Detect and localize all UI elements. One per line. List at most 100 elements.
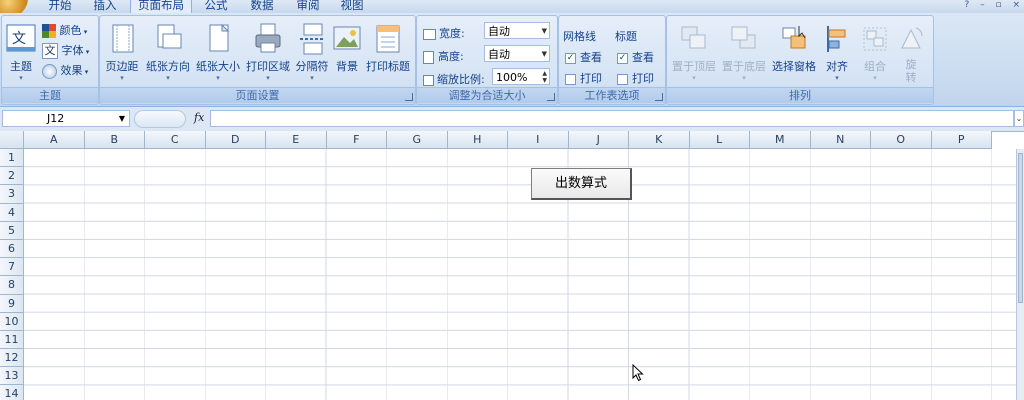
tab-view[interactable]: 视图	[330, 0, 374, 13]
margins-button[interactable]: 页边距 ▾	[102, 20, 142, 88]
group-button[interactable]: 组合 ▾	[857, 20, 893, 88]
background-button[interactable]: 背景	[330, 20, 364, 88]
width-select[interactable]: 自动 ▼	[484, 22, 550, 39]
chevron-down-icon[interactable]: ▼	[119, 111, 125, 127]
themes-button[interactable]: 文 主题 ▾	[2, 20, 40, 88]
align-button[interactable]: 对齐 ▾	[819, 20, 855, 88]
column-header[interactable]: C	[145, 131, 206, 149]
paper-size-icon	[209, 23, 230, 52]
bring-to-front-icon	[681, 26, 706, 49]
scrollbar-thumb[interactable]	[1018, 153, 1023, 303]
row-headers: 1 2 3 4 5 6 7 8 9 10 11 12 13 14	[0, 149, 24, 400]
row-header[interactable]: 11	[0, 330, 24, 350]
headings-print-checkbox[interactable]: 打印	[617, 70, 654, 86]
row-header[interactable]: 6	[0, 239, 24, 259]
column-header[interactable]: L	[689, 131, 750, 149]
row-header[interactable]: 2	[0, 167, 24, 186]
tab-insert[interactable]: 插入	[84, 0, 126, 13]
breaks-button[interactable]: 分隔符 ▾	[293, 20, 331, 88]
column-header[interactable]: D	[205, 131, 266, 149]
group-label-arrange: 排列	[667, 87, 933, 103]
row-header[interactable]: 14	[0, 385, 24, 400]
row-header[interactable]: 4	[0, 203, 24, 222]
font-icon: 文	[42, 43, 58, 59]
chevron-down-icon: ▾	[166, 74, 170, 82]
column-header[interactable]: H	[447, 131, 508, 149]
sheet-options-dialog-launcher[interactable]	[655, 93, 663, 101]
tab-review[interactable]: 审阅	[286, 0, 330, 13]
selection-pane-button[interactable]: 选择窗格	[769, 20, 819, 88]
height-label: 高度:	[423, 48, 464, 64]
restore-icon[interactable]: ▫	[995, 0, 1001, 10]
column-header[interactable]: B	[84, 131, 145, 149]
checkbox-unchecked-icon	[565, 73, 576, 85]
close-icon[interactable]: ×	[1012, 0, 1020, 10]
height-select[interactable]: 自动 ▼	[484, 45, 550, 62]
column-header[interactable]: N	[810, 131, 871, 149]
group-sheet-options: 网格线 标题 ✓ 查看 ✓ 查看 打印 打印 工作表选项	[558, 15, 666, 105]
column-header[interactable]: G	[387, 131, 448, 149]
size-button[interactable]: 纸张大小 ▾	[194, 20, 242, 88]
printer-icon	[255, 23, 281, 53]
column-header[interactable]: A	[24, 131, 85, 149]
chevron-down-icon: ▾	[120, 74, 124, 82]
row-header[interactable]: 9	[0, 294, 24, 313]
theme-colors-button[interactable]: 颜色 ▾	[42, 22, 87, 38]
chevron-down-icon: ▾	[216, 74, 220, 82]
effects-icon	[42, 63, 57, 79]
orientation-button[interactable]: 纸张方向 ▾	[144, 20, 192, 88]
sheet-form-button[interactable]: 出数算式	[531, 168, 632, 200]
row-header[interactable]: 8	[0, 276, 24, 295]
row-header[interactable]: 1	[0, 149, 24, 168]
scale-dialog-launcher[interactable]	[547, 93, 555, 101]
tab-data[interactable]: 数据	[240, 0, 284, 13]
row-header[interactable]: 3	[0, 185, 24, 204]
row-header[interactable]: 13	[0, 367, 24, 386]
minimize-icon[interactable]: –	[980, 0, 985, 10]
gridlines-print-checkbox[interactable]: 打印	[565, 70, 602, 86]
tab-home[interactable]: 开始	[38, 0, 82, 13]
column-header[interactable]: E	[266, 131, 327, 149]
row-header[interactable]: 5	[0, 221, 24, 240]
tab-formulas[interactable]: 公式	[194, 0, 238, 13]
column-header[interactable]: K	[629, 131, 690, 149]
gridlines-view-checkbox[interactable]: ✓ 查看	[565, 49, 602, 65]
tab-page-layout[interactable]: 页面布局	[130, 0, 192, 13]
theme-fonts-button[interactable]: 文 字体 ▾	[42, 42, 89, 59]
column-header[interactable]: J	[568, 131, 629, 149]
column-header[interactable]: I	[508, 131, 569, 149]
print-area-button[interactable]: 打印区域 ▾	[244, 20, 292, 88]
column-header[interactable]: F	[326, 131, 387, 149]
formula-input[interactable]	[210, 110, 1014, 127]
spinner-arrows-icon[interactable]: ▲ ▼	[542, 70, 547, 84]
group-label-themes: 主题	[2, 87, 98, 103]
group-label-page-setup: 页面设置	[100, 87, 415, 103]
row-header[interactable]: 12	[0, 349, 24, 368]
color-palette-icon	[42, 24, 56, 38]
column-header[interactable]: O	[871, 131, 932, 149]
chevron-down-icon: ▼	[541, 50, 547, 58]
column-header[interactable]: P	[931, 131, 992, 149]
scale-spinner[interactable]: 100% ▲ ▼	[492, 68, 550, 85]
chevron-down-icon: ▾	[19, 74, 23, 82]
help-icon[interactable]: ?	[964, 0, 969, 10]
theme-effects-button[interactable]: 效果 ▾	[42, 62, 88, 79]
bring-to-front-button[interactable]: 置于顶层 ▾	[669, 20, 719, 88]
cell-area[interactable]	[24, 149, 1024, 400]
vertical-scrollbar[interactable]	[1016, 149, 1024, 400]
page-setup-dialog-launcher[interactable]	[405, 93, 413, 101]
insert-function-icon[interactable]: fx	[194, 111, 204, 124]
send-to-back-button[interactable]: 置于底层 ▾	[719, 20, 769, 88]
group-label-sheet-options: 工作表选项	[559, 87, 665, 103]
row-header[interactable]: 7	[0, 258, 24, 277]
select-all-corner[interactable]	[0, 131, 24, 149]
rotate-button[interactable]: 旋转	[893, 20, 929, 88]
print-titles-button[interactable]: 打印标题	[364, 20, 412, 88]
row-header[interactable]: 10	[0, 312, 24, 331]
formula-bar: J12 ▼ fx ⌄	[0, 107, 1024, 132]
expand-formula-bar-icon[interactable]: ⌄	[1014, 110, 1024, 127]
column-header[interactable]: M	[750, 131, 811, 149]
name-box[interactable]: J12 ▼	[2, 110, 130, 127]
chevron-down-icon: ▾	[742, 74, 746, 82]
headings-view-checkbox[interactable]: ✓ 查看	[617, 49, 654, 65]
